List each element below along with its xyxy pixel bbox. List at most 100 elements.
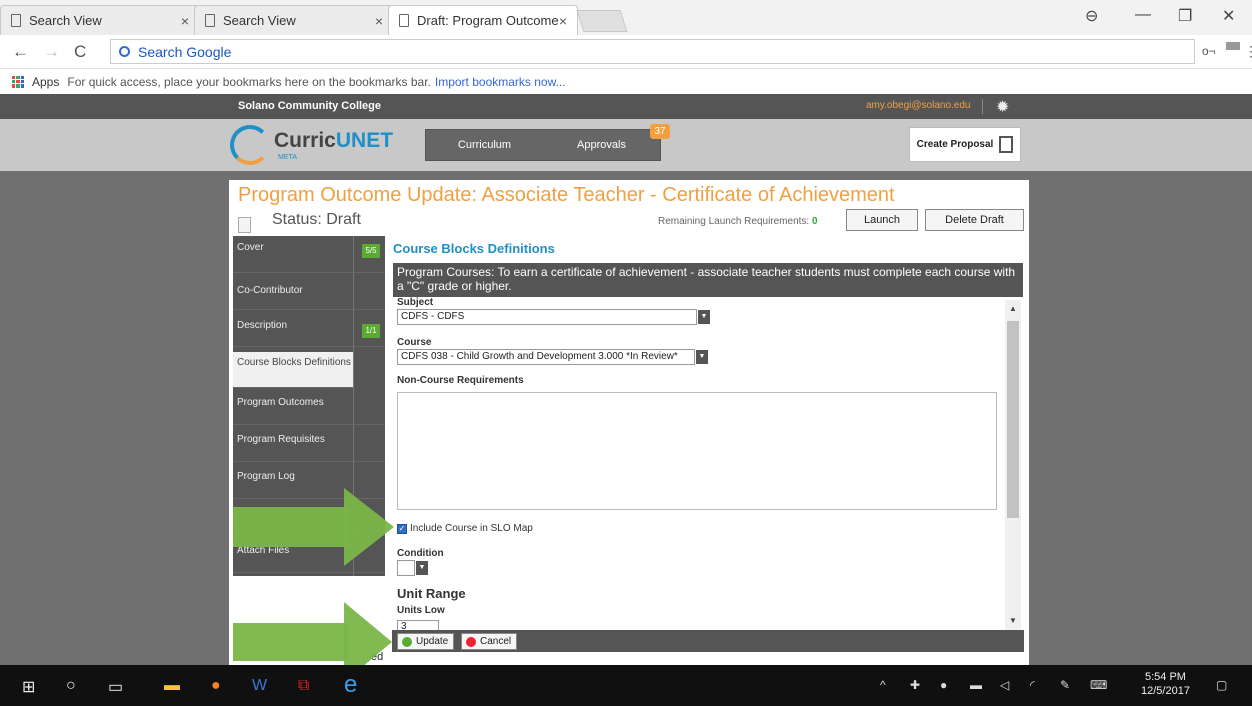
close-icon[interactable]: ×: [375, 13, 383, 29]
user-email[interactable]: amy.obegi@solano.edu: [866, 100, 970, 111]
brand-bar: CurricUNET META Curriculum Approvals 37 …: [0, 119, 1252, 171]
address-placeholder: Search Google: [138, 43, 232, 60]
update-button[interactable]: Update: [397, 633, 455, 650]
cortana-icon[interactable]: ○: [66, 677, 76, 695]
scroll-up-icon[interactable]: ▲: [1009, 304, 1017, 313]
include-slo-checkbox[interactable]: ✓: [397, 524, 407, 534]
course-select[interactable]: CDFS 038 - Child Growth and Development …: [397, 349, 708, 365]
menu-curriculum[interactable]: Curriculum: [426, 130, 543, 160]
new-tab-button[interactable]: [576, 10, 628, 32]
apps-link[interactable]: Apps: [32, 75, 59, 89]
form-scrollbar[interactable]: ▲ ▼: [1005, 300, 1021, 630]
condition-select[interactable]: ▼: [397, 560, 428, 576]
nav-label: Co-Contributor: [237, 285, 303, 296]
menu-icon[interactable]: ⋮: [1244, 43, 1252, 60]
tab-title: Search View: [29, 13, 102, 28]
clock-date: 12/5/2017: [1141, 685, 1190, 697]
site-topbar: Solano Community College amy.obegi@solan…: [0, 94, 1252, 119]
word-icon[interactable]: W: [252, 677, 267, 695]
instructions-bar: Program Courses: To earn a certificate o…: [393, 263, 1023, 297]
battery-icon[interactable]: ▬: [970, 678, 982, 692]
minimize-icon[interactable]: —: [1135, 6, 1151, 24]
cancel-button[interactable]: Cancel: [461, 633, 518, 650]
browser-toolbar: ← → C Search Google o¬ ⋮: [0, 35, 1252, 69]
create-proposal-button[interactable]: Create Proposal: [909, 127, 1021, 162]
extension-icon[interactable]: [1226, 42, 1240, 50]
search-icon: [119, 46, 130, 57]
create-proposal-label: Create Proposal: [916, 139, 994, 150]
units-low-input[interactable]: 3: [397, 620, 439, 630]
menu-approvals[interactable]: Approvals: [543, 130, 660, 160]
tab-title: Draft: Program Outcome: [417, 13, 559, 28]
wifi-icon[interactable]: ◜: [1030, 678, 1035, 692]
nav-item-description[interactable]: Description 1/1: [233, 310, 385, 347]
units-low-label: Units Low: [397, 605, 445, 616]
remaining-count: 0: [811, 216, 818, 227]
task-view-icon[interactable]: ▭: [108, 677, 123, 697]
proposal-card: Program Outcome Update: Associate Teache…: [229, 180, 1029, 665]
volume-icon[interactable]: ◁: [1000, 678, 1009, 692]
action-bar: Update Cancel: [392, 630, 1024, 652]
key-icon[interactable]: o¬: [1202, 44, 1216, 58]
gear-icon[interactable]: ✹: [996, 97, 1009, 117]
import-bookmarks-link[interactable]: Import bookmarks now...: [435, 75, 566, 89]
browser-tab-2[interactable]: Search View ×: [194, 5, 394, 35]
launch-button[interactable]: Launch: [846, 209, 918, 231]
shield-icon[interactable]: ✚: [910, 678, 920, 692]
nav-item-co-contributor[interactable]: Co-Contributor: [233, 273, 385, 310]
scroll-thumb[interactable]: [1007, 321, 1019, 518]
profile-icon[interactable]: ⊖: [1085, 6, 1098, 26]
chevron-down-icon: ▼: [416, 561, 428, 575]
course-block-form: Subject CDFS - CDFS ▼ Course CDFS 038 - …: [393, 297, 1005, 630]
delete-draft-button[interactable]: Delete Draft: [925, 209, 1024, 231]
approvals-count-badge: 37: [650, 124, 670, 139]
windows-start-icon[interactable]: ⊞: [22, 677, 35, 697]
reload-icon[interactable]: C: [74, 42, 86, 62]
close-window-icon[interactable]: ✕: [1222, 6, 1235, 26]
nav-item-cover[interactable]: Cover 5/5: [233, 236, 385, 273]
nav-item-program-log[interactable]: Program Log: [233, 462, 385, 499]
file-explorer-icon[interactable]: ▬: [164, 677, 180, 695]
college-name: Solano Community College: [238, 100, 382, 112]
status-text: Status: Draft: [272, 211, 361, 228]
nav-label: Cover: [237, 242, 264, 253]
document-icon: [205, 14, 215, 27]
restore-icon[interactable]: ❐: [1178, 6, 1192, 26]
taskbar: ⊞ ○ ▭ ▬ ● W ⧉ e ^ ✚ ● ▬ ◁ ◜ ✎ ⌨ 5:54 PM …: [0, 665, 1252, 706]
document-icon: [399, 14, 409, 27]
curricunet-logo[interactable]: CurricUNET META: [230, 123, 410, 167]
notifications-icon[interactable]: ▢: [1216, 678, 1227, 692]
sync-icon[interactable]: ●: [940, 678, 947, 692]
nav-label: Program Outcomes: [237, 397, 324, 408]
address-bar[interactable]: Search Google: [110, 39, 1195, 64]
back-icon[interactable]: ←: [12, 42, 29, 62]
chrome-icon[interactable]: ●: [211, 677, 221, 695]
nav-item-course-blocks[interactable]: Course Blocks Definitions: [233, 352, 353, 388]
acrobat-icon[interactable]: ⧉: [298, 677, 309, 695]
keyboard-icon[interactable]: ⌨: [1090, 678, 1107, 692]
tray-chevron-icon[interactable]: ^: [880, 678, 886, 692]
noncourse-textarea[interactable]: [397, 392, 997, 510]
scroll-down-icon[interactable]: ▼: [1009, 616, 1017, 625]
subject-select[interactable]: CDFS - CDFS ▼: [397, 309, 710, 325]
pen-icon[interactable]: ✎: [1060, 678, 1070, 692]
forward-icon[interactable]: →: [43, 42, 60, 62]
browser-tab-3[interactable]: Draft: Program Outcome ×: [388, 5, 578, 35]
document-icon: [11, 14, 21, 27]
nav-item-program-outcomes[interactable]: Program Outcomes: [233, 388, 385, 425]
close-icon[interactable]: ×: [559, 13, 567, 29]
system-clock[interactable]: 5:54 PM 12/5/2017: [1141, 670, 1190, 698]
bookmarks-hint: For quick access, place your bookmarks h…: [67, 74, 431, 89]
remaining-label: Remaining Launch Requirements:: [658, 216, 810, 227]
close-icon[interactable]: ×: [181, 13, 189, 29]
page-title: Program Outcome Update: Associate Teache…: [238, 184, 895, 206]
chevron-down-icon: ▼: [696, 350, 708, 364]
logo-meta: META: [278, 154, 297, 161]
nav-item-program-requisites[interactable]: Program Requisites: [233, 425, 385, 462]
internet-explorer-icon[interactable]: e: [344, 671, 357, 699]
browser-tab-1[interactable]: Search View ×: [0, 5, 200, 35]
chevron-down-icon: ▼: [698, 310, 710, 324]
subject-label: Subject: [397, 297, 434, 308]
browser-tabstrip: Search View × Search View × Draft: Progr…: [0, 0, 1252, 35]
apps-icon[interactable]: [12, 75, 24, 88]
